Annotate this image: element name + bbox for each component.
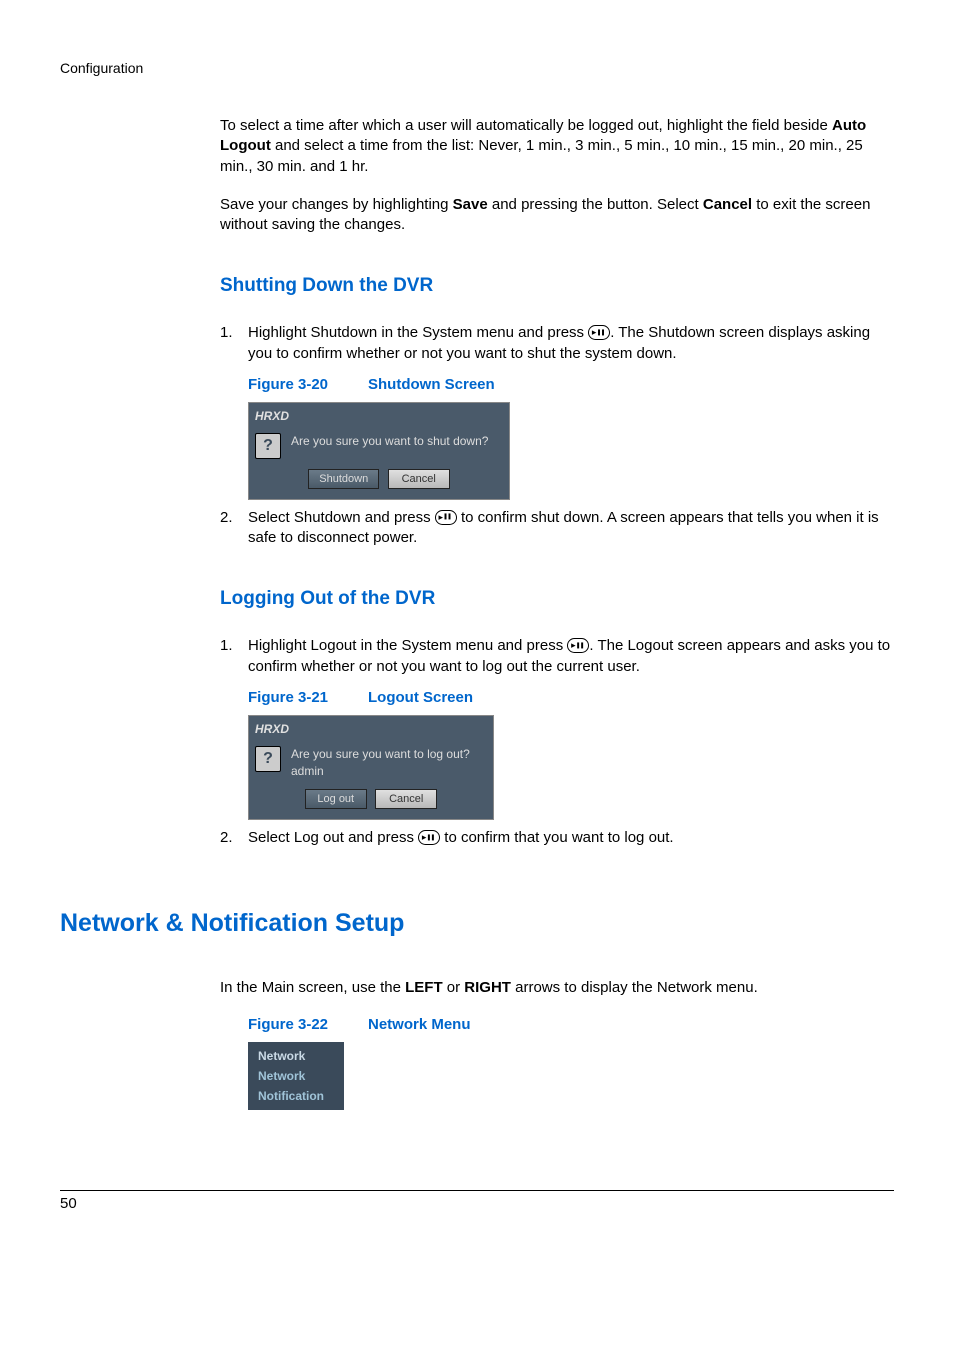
play-pause-icon xyxy=(588,325,610,340)
shutting-down-heading: Shutting Down the DVR xyxy=(220,275,894,297)
question-icon: ? xyxy=(255,746,281,772)
figure-3-21-label: Figure 3-21Logout Screen xyxy=(248,689,894,707)
cancel-button[interactable]: Cancel xyxy=(388,469,450,489)
logout-dialog-title: HRXD xyxy=(255,722,487,736)
figure-3-20-label: Figure 3-20Shutdown Screen xyxy=(248,376,894,394)
shutdown-step-1: 1. Highlight Shutdown in the System menu… xyxy=(220,323,894,364)
network-menu: Network Network Notification xyxy=(248,1042,344,1110)
logout-button[interactable]: Log out xyxy=(305,789,367,809)
network-menu-item-notification[interactable]: Notification xyxy=(248,1086,344,1106)
play-pause-icon xyxy=(435,510,457,525)
logout-dialog: HRXD ? Are you sure you want to log out?… xyxy=(248,715,494,821)
logout-dialog-text: Are you sure you want to log out? admin xyxy=(291,746,470,780)
footer-divider xyxy=(60,1190,894,1191)
logging-out-heading: Logging Out of the DVR xyxy=(220,588,894,610)
logout-step-2: 2. Select Log out and press to confirm t… xyxy=(220,828,894,848)
play-pause-icon xyxy=(418,830,440,845)
shutdown-dialog-title: HRXD xyxy=(255,409,503,423)
breadcrumb: Configuration xyxy=(60,60,894,76)
shutdown-dialog: HRXD ? Are you sure you want to shut dow… xyxy=(248,402,510,500)
network-menu-header: Network xyxy=(248,1046,344,1066)
logout-step-1: 1. Highlight Logout in the System menu a… xyxy=(220,636,894,677)
network-intro: In the Main screen, use the LEFT or RIGH… xyxy=(220,978,894,998)
network-notification-heading: Network & Notification Setup xyxy=(60,909,894,938)
shutdown-button[interactable]: Shutdown xyxy=(308,469,379,489)
shutdown-step-2: 2. Select Shutdown and press to confirm … xyxy=(220,508,894,549)
question-icon: ? xyxy=(255,433,281,459)
intro-paragraph-2: Save your changes by highlighting Save a… xyxy=(220,195,894,236)
shutdown-dialog-text: Are you sure you want to shut down? xyxy=(291,433,488,450)
figure-3-22-label: Figure 3-22Network Menu xyxy=(248,1016,894,1034)
intro-paragraph-1: To select a time after which a user will… xyxy=(220,116,894,177)
cancel-button[interactable]: Cancel xyxy=(375,789,437,809)
page-number: 50 xyxy=(60,1195,894,1212)
play-pause-icon xyxy=(567,638,589,653)
network-menu-item-network[interactable]: Network xyxy=(248,1066,344,1086)
